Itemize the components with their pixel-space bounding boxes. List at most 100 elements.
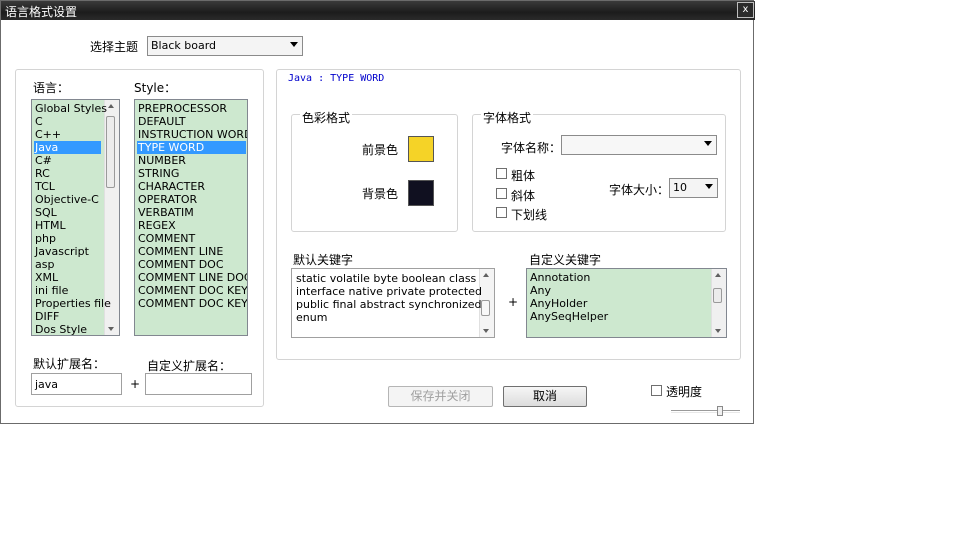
scroll-up-icon[interactable] <box>483 273 489 277</box>
list-item[interactable]: DIFF <box>34 310 101 323</box>
language-style-panel: 语言： Style： Global Styles C C++ Java C# RC TCL O… <box>15 69 264 407</box>
font-size-value: 10 <box>673 181 687 194</box>
list-item[interactable]: Properties file <box>34 297 111 310</box>
default-keywords-box[interactable]: static volatile byte boolean class interf… <box>291 268 495 338</box>
list-item[interactable]: COMMENT LINE <box>137 245 246 258</box>
scroll-up-icon[interactable] <box>715 273 721 277</box>
list-item[interactable]: Javascript <box>34 245 101 258</box>
language-list[interactable]: Global Styles C C++ Java C# RC TCL Objective-C S… <box>31 99 120 336</box>
list-item[interactable]: asp <box>34 258 101 271</box>
list-item[interactable]: php <box>34 232 101 245</box>
list-item[interactable]: PREPROCESSOR <box>137 102 246 115</box>
custom-ext-input[interactable] <box>145 373 252 395</box>
style-label: Style： <box>134 81 177 95</box>
font-size-select[interactable]: 10 <box>669 178 718 198</box>
scroll-thumb[interactable] <box>106 116 115 188</box>
keyword-line: public final abstract synchronized <box>296 298 482 311</box>
chevron-down-icon <box>704 141 712 146</box>
list-item[interactable]: COMMENT LINE DOC <box>137 271 247 284</box>
chevron-down-icon <box>705 184 713 189</box>
style-preview: Java : TYPE WORD <box>288 73 385 84</box>
list-item[interactable]: CHARACTER <box>137 180 246 193</box>
list-item[interactable]: Any <box>529 284 680 297</box>
list-item[interactable]: ini file <box>34 284 101 297</box>
default-ext-label: 默认扩展名： <box>33 357 106 371</box>
bold-label: 粗体 <box>511 169 536 183</box>
list-item[interactable]: OPERATOR <box>137 193 246 206</box>
list-item[interactable]: NUMBER <box>137 154 246 167</box>
list-item[interactable]: TCL <box>34 180 101 193</box>
custom-keywords-list[interactable]: Annotation Any AnyHolder AnySeqHelper <box>526 268 727 338</box>
list-item[interactable]: COMMENT DOC KEYWORD <box>137 284 247 297</box>
theme-select-value: Black board <box>151 39 217 52</box>
scroll-up-icon[interactable] <box>108 104 114 108</box>
list-item[interactable]: TYPE WORD <box>137 141 246 154</box>
scroll-down-icon[interactable] <box>108 327 114 331</box>
keyword-line: static volatile byte boolean class <box>296 272 477 285</box>
list-item[interactable]: RC <box>34 167 101 180</box>
custom-keywords-scrollbar[interactable] <box>711 269 726 337</box>
list-item[interactable]: DEFAULT <box>137 115 246 128</box>
transparency-checkbox[interactable] <box>651 385 662 396</box>
background-color-swatch[interactable] <box>408 180 434 206</box>
list-item[interactable]: AnyHolder <box>529 297 680 310</box>
foreground-color-swatch[interactable] <box>408 136 434 162</box>
font-name-label: 字体名称： <box>501 141 562 155</box>
background-label: 背景色 <box>362 187 399 201</box>
keyword-line: interface native private protected <box>296 285 482 298</box>
list-item[interactable]: COMMENT DOC KEYWORD ERROR <box>137 297 247 310</box>
italic-label: 斜体 <box>511 189 536 203</box>
list-item[interactable]: Dos Style <box>34 323 101 335</box>
default-keywords-label: 默认关键字 <box>293 253 354 267</box>
custom-ext-label: 自定义扩展名： <box>147 359 232 373</box>
scroll-thumb[interactable] <box>481 300 490 316</box>
transparency-slider-track[interactable] <box>671 410 740 413</box>
cancel-button[interactable]: 取消 <box>503 386 587 407</box>
underline-label: 下划线 <box>511 208 548 222</box>
list-item[interactable]: REGEX <box>137 219 246 232</box>
close-button[interactable]: x <box>737 2 754 18</box>
keyword-line: enum <box>296 311 328 324</box>
ext-plus: + <box>130 377 141 391</box>
list-item[interactable]: Objective-C <box>34 193 101 206</box>
color-format-title: 色彩格式 <box>300 109 353 126</box>
list-item[interactable]: STRING <box>137 167 246 180</box>
keywords-plus: + <box>508 295 519 309</box>
list-item[interactable]: SQL <box>34 206 101 219</box>
scroll-down-icon[interactable] <box>483 329 489 333</box>
scroll-down-icon[interactable] <box>715 329 721 333</box>
default-ext-input[interactable]: java <box>31 373 122 395</box>
transparency-label: 透明度 <box>666 385 703 399</box>
theme-select[interactable]: Black board <box>147 36 303 56</box>
font-name-select[interactable] <box>561 135 717 155</box>
list-item[interactable]: C <box>34 115 101 128</box>
transparency-slider-handle[interactable] <box>717 406 723 416</box>
list-item[interactable]: Java <box>34 141 101 154</box>
default-ext-value: java <box>35 378 59 391</box>
bold-checkbox[interactable] <box>496 168 507 179</box>
list-item[interactable]: XML <box>34 271 101 284</box>
list-item[interactable]: C++ <box>34 128 101 141</box>
dialog-body: 选择主题 Black board 语言： Style： Global Style… <box>3 20 753 423</box>
list-item[interactable]: VERBATIM <box>137 206 246 219</box>
language-label: 语言： <box>33 81 70 95</box>
scroll-thumb[interactable] <box>713 288 722 303</box>
foreground-label: 前景色 <box>362 143 399 157</box>
title-bar[interactable]: 语言格式设置 x <box>1 1 755 20</box>
list-item[interactable]: Annotation <box>529 271 680 284</box>
font-format-group: 字体格式 字体名称： 粗体 斜体 下划线 字体大小： 10 <box>472 109 726 232</box>
list-item[interactable]: INSTRUCTION WORD <box>137 128 247 141</box>
list-item[interactable]: Global Styles <box>34 102 107 115</box>
italic-checkbox[interactable] <box>496 188 507 199</box>
list-item[interactable]: HTML <box>34 219 101 232</box>
style-list[interactable]: PREPROCESSOR DEFAULT INSTRUCTION WORD TYPE … <box>134 99 248 336</box>
dialog-window: 语言格式设置 x 选择主题 Black board 语言： Style： Glo… <box>0 0 755 424</box>
list-item[interactable]: COMMENT DOC <box>137 258 246 271</box>
underline-checkbox[interactable] <box>496 207 507 218</box>
font-format-title: 字体格式 <box>481 109 534 126</box>
list-item[interactable]: AnySeqHelper <box>529 310 680 323</box>
list-item[interactable]: C# <box>34 154 101 167</box>
save-close-button[interactable]: 保存并关闭 <box>388 386 493 407</box>
list-item[interactable]: COMMENT <box>137 232 246 245</box>
font-size-label: 字体大小： <box>609 183 670 197</box>
